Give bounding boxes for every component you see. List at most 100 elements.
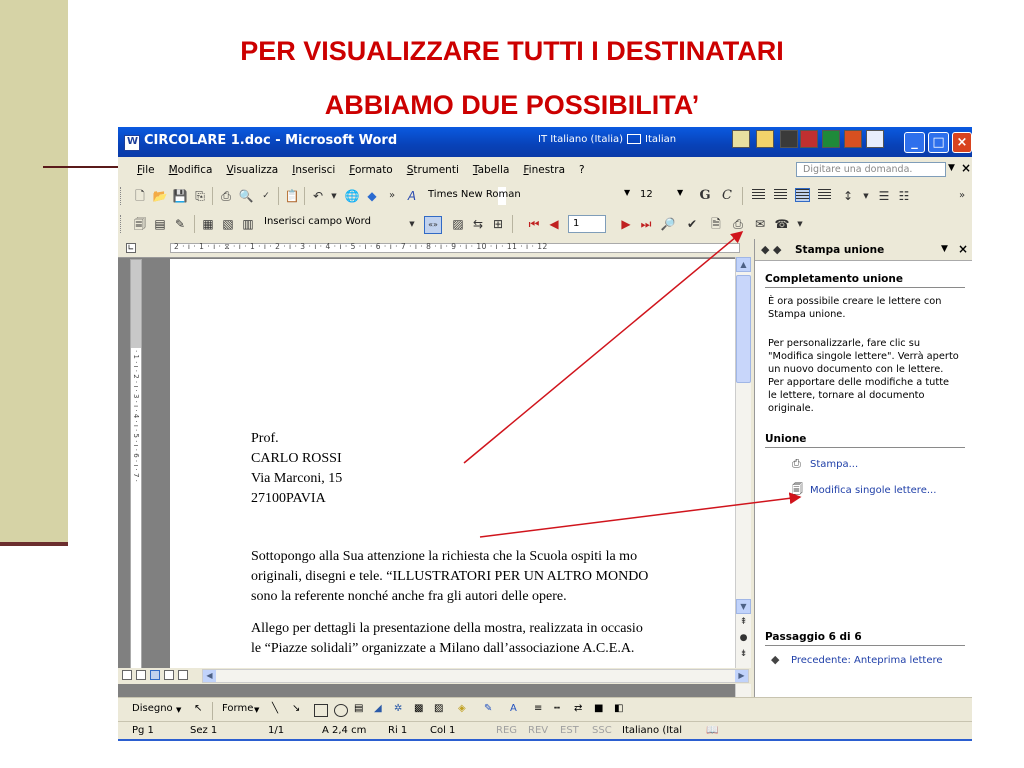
draw-menu-button[interactable]: Disegno [132, 703, 173, 714]
print-merge-icon[interactable]: ⎙ [792, 457, 801, 471]
edit-letters-icon[interactable]: 🗐 [792, 481, 803, 500]
status-track-changes[interactable]: REV [528, 725, 548, 736]
shadow-icon[interactable]: ■ [594, 703, 603, 714]
merge-to-printer-icon[interactable]: ⎙ [730, 216, 746, 232]
help-assistant-icon[interactable]: ◆ [364, 188, 380, 204]
task-pane-close-icon[interactable]: × [958, 242, 968, 256]
menu-modifica[interactable]: Modifica [162, 164, 220, 176]
justify-icon[interactable] [818, 189, 831, 201]
autoshapes-dropdown-icon[interactable]: ▼ [254, 706, 259, 714]
more-options-icon[interactable]: » [954, 188, 970, 204]
tray-icon-3[interactable] [780, 130, 798, 148]
print-preview-icon[interactable]: 🔍 [238, 188, 254, 204]
picture-icon[interactable]: ▨ [434, 703, 443, 714]
recipients-icon[interactable]: ✎ [172, 216, 188, 232]
text-box-icon[interactable]: ▤ [354, 703, 363, 714]
undo-icon[interactable]: ↶ [310, 188, 326, 204]
insert-word-field-dropdown-icon[interactable]: ▼ [404, 216, 420, 232]
select-objects-icon[interactable]: ↖ [194, 703, 202, 714]
line-spacing-dropdown-icon[interactable]: ▼ [858, 188, 874, 204]
scroll-up-button[interactable]: ▲ [736, 257, 751, 272]
merge-to-email-icon[interactable]: ✉ [752, 216, 768, 232]
highlight-fields-icon[interactable]: ▨ [450, 216, 466, 232]
task-pane-menu-icon[interactable]: ▼ [941, 244, 948, 254]
tray-icon-word[interactable] [866, 130, 884, 148]
spelling-status-icon[interactable]: 📖 [706, 725, 718, 736]
reading-layout-icon[interactable] [178, 670, 188, 680]
toolbar-grip[interactable] [120, 215, 124, 233]
tray-icon-1[interactable] [732, 130, 750, 148]
insert-word-field-button[interactable]: Inserisci campo Word [264, 216, 371, 227]
print-link[interactable]: Stampa... [810, 459, 858, 470]
scroll-down-button[interactable]: ▼ [736, 599, 751, 614]
open-data-source-icon[interactable]: ▤ [152, 216, 168, 232]
wordart-icon[interactable]: ◢ [374, 703, 382, 714]
numbering-icon[interactable]: ☰ [876, 188, 892, 204]
merge-to-fax-icon[interactable]: ☎ [774, 216, 790, 232]
outline-view-icon[interactable] [164, 670, 174, 680]
globe-icon[interactable]: 🌐 [344, 188, 360, 204]
menu-tabella[interactable]: Tabella [466, 164, 517, 176]
close-button[interactable]: × [952, 132, 972, 153]
tray-icon-pdf[interactable] [800, 130, 818, 148]
rectangle-icon[interactable] [314, 704, 328, 717]
previous-step-icon[interactable]: ◆ [771, 653, 779, 666]
insert-greeting-icon[interactable]: ▧ [220, 216, 236, 232]
font-name-box[interactable]: Times New Roman [424, 187, 554, 205]
maximize-button[interactable]: □ [928, 132, 949, 153]
bullets-icon[interactable]: ☷ [896, 188, 912, 204]
next-page-icon[interactable]: ⇟ [736, 649, 751, 659]
word-app-icon[interactable] [124, 135, 140, 151]
first-record-icon[interactable]: ⏮ [526, 216, 542, 232]
check-errors-icon[interactable]: ✔ [684, 216, 700, 232]
find-entry-icon[interactable]: 🔎 [660, 216, 676, 232]
view-merged-data-icon[interactable]: «» [424, 216, 442, 234]
language-indicator[interactable]: IT Italiano (Italia) Italian [538, 129, 676, 149]
ask-question-box[interactable]: Digitare una domanda. [796, 162, 946, 177]
clipart-icon[interactable]: ▩ [414, 703, 423, 714]
tray-icon-2[interactable] [756, 130, 774, 148]
status-extend[interactable]: EST [560, 725, 579, 736]
next-record-icon[interactable]: ▶ [618, 216, 634, 232]
save-icon[interactable]: 💾 [172, 188, 188, 204]
diagram-icon[interactable]: ✲ [394, 703, 402, 714]
horizontal-ruler[interactable]: ∟ 2 · ı · 1 · ı · ⧖ · ı · 1 · ı · 2 · ı … [118, 239, 751, 258]
menu-file[interactable]: File [130, 164, 162, 176]
doc-close-icon[interactable]: × [961, 161, 971, 175]
record-number-input[interactable]: 1 [568, 215, 606, 233]
permission-icon[interactable]: ⎘ [192, 188, 208, 204]
font-size-box[interactable]: 12 [636, 187, 670, 205]
last-record-icon[interactable]: ⏭ [638, 216, 654, 232]
line-style-icon[interactable]: ≡ [534, 703, 542, 714]
toolbar-grip[interactable] [120, 187, 124, 205]
task-pane-back-forward-icon[interactable]: ◆ ◆ [761, 243, 781, 256]
bold-button[interactable]: G [696, 187, 714, 205]
toolbar-options-icon[interactable]: » [384, 188, 400, 204]
3d-style-icon[interactable]: ◧ [614, 703, 623, 714]
align-center-icon[interactable] [774, 189, 787, 201]
line-icon[interactable]: ╲ [272, 703, 278, 714]
menu-help[interactable]: ? [572, 164, 592, 176]
vertical-ruler[interactable]: · 1 · ı · 2 · ı · 3 · ı · 4 · ı · 5 · ı … [130, 259, 142, 677]
size-dropdown-icon[interactable]: ▼ [677, 188, 683, 197]
status-record-macro[interactable]: REG [496, 725, 517, 736]
line-spacing-icon[interactable]: ↕ [840, 188, 856, 204]
align-left-icon[interactable] [752, 189, 765, 201]
status-overtype[interactable]: SSC [592, 725, 612, 736]
dash-style-icon[interactable]: ┅ [554, 703, 560, 714]
vertical-scrollbar[interactable]: ▲ ▼ ⇞ ● ⇟ [735, 257, 751, 697]
undo-dropdown-icon[interactable]: ▼ [326, 188, 342, 204]
menu-strumenti[interactable]: Strumenti [400, 164, 466, 176]
scroll-left-button[interactable]: ◀ [203, 670, 216, 682]
tab-selector[interactable]: ∟ [126, 243, 136, 253]
open-folder-icon[interactable]: 📂 [152, 188, 168, 204]
spelling-icon[interactable]: ✓ [258, 188, 274, 204]
insert-merge-fields-icon[interactable]: ▥ [240, 216, 256, 232]
oval-icon[interactable] [334, 704, 348, 717]
font-dropdown-icon[interactable]: ▼ [624, 188, 630, 197]
web-layout-icon[interactable] [136, 670, 146, 680]
minimize-button[interactable]: _ [904, 132, 925, 153]
font-color-icon[interactable]: A [510, 703, 517, 714]
main-document-setup-icon[interactable]: 🗐 [132, 216, 148, 232]
print-icon[interactable]: ⎙ [218, 188, 234, 204]
